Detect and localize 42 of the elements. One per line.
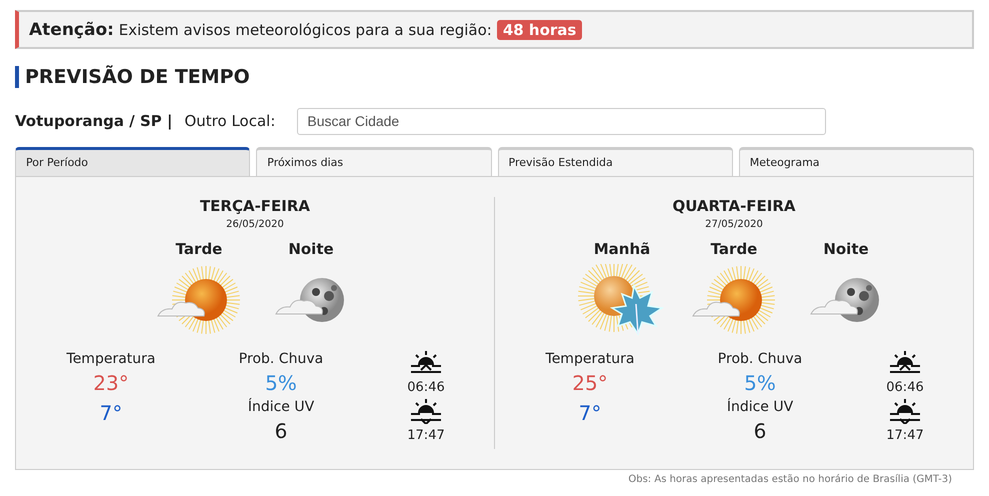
period-label: Noite <box>288 240 334 258</box>
sunset-time: 17:47 <box>407 428 445 444</box>
max-temperature: 25° <box>572 370 608 397</box>
rain-probability: 5% <box>265 370 297 397</box>
sunrise-time: 06:46 <box>407 380 445 396</box>
sunrise-time: 06:46 <box>886 380 924 396</box>
period-label: Tarde <box>176 240 222 258</box>
day-title: QUARTA-FEIRA <box>672 197 796 215</box>
tab[interactable]: Meteograma <box>738 147 974 176</box>
city-search-field[interactable]: Buscar Cidade <box>297 108 826 134</box>
sunset-time: 17:47 <box>886 428 924 444</box>
current-location: Votuporanga / SP | <box>15 112 172 130</box>
sunrise-icon <box>410 350 442 376</box>
alert-badge: 48 horas <box>496 20 582 40</box>
rain-probability-label: Prob. Chuva <box>718 350 802 368</box>
other-location-label: Outro Local: <box>184 112 276 130</box>
sunrise-icon <box>889 350 921 376</box>
tab[interactable]: Previsão Estendida <box>498 147 733 176</box>
day-title: TERÇA-FEIRA <box>200 197 310 215</box>
min-temperature: 7° <box>100 400 122 427</box>
uv-index: 6 <box>274 418 288 445</box>
period-label: Tarde <box>710 240 758 258</box>
section-heading: PREVISÃO DE TEMPO <box>15 66 250 88</box>
tab[interactable]: Próximos dias <box>256 147 492 176</box>
uv-index-label: Índice UV <box>248 398 314 416</box>
uv-index-label: Índice UV <box>726 398 794 416</box>
sunset-icon <box>889 398 921 424</box>
rain-probability-label: Prob. Chuva <box>238 350 324 368</box>
timezone-note: Obs: As horas apresentadas estão no horário de Brasília (GMT-3) <box>628 474 952 485</box>
rain-probability: 5% <box>744 370 776 397</box>
period-label: Manhã <box>594 240 650 258</box>
alert-text: Atenção: Existem avisos meteorológicos para a sua região: <box>29 20 492 40</box>
min-temperature: 7° <box>578 400 602 427</box>
day-date: 26/05/2020 <box>226 219 284 230</box>
period-label: Noite <box>823 240 869 258</box>
max-temperature: 23° <box>93 370 129 397</box>
sunset-icon <box>410 398 442 424</box>
uv-index: 6 <box>754 418 766 445</box>
tab[interactable]: Por Período <box>15 147 250 176</box>
day-date: 27/05/2020 <box>705 219 763 230</box>
temperature-label: Temperatura <box>66 350 156 368</box>
temperature-label: Temperatura <box>546 350 634 368</box>
